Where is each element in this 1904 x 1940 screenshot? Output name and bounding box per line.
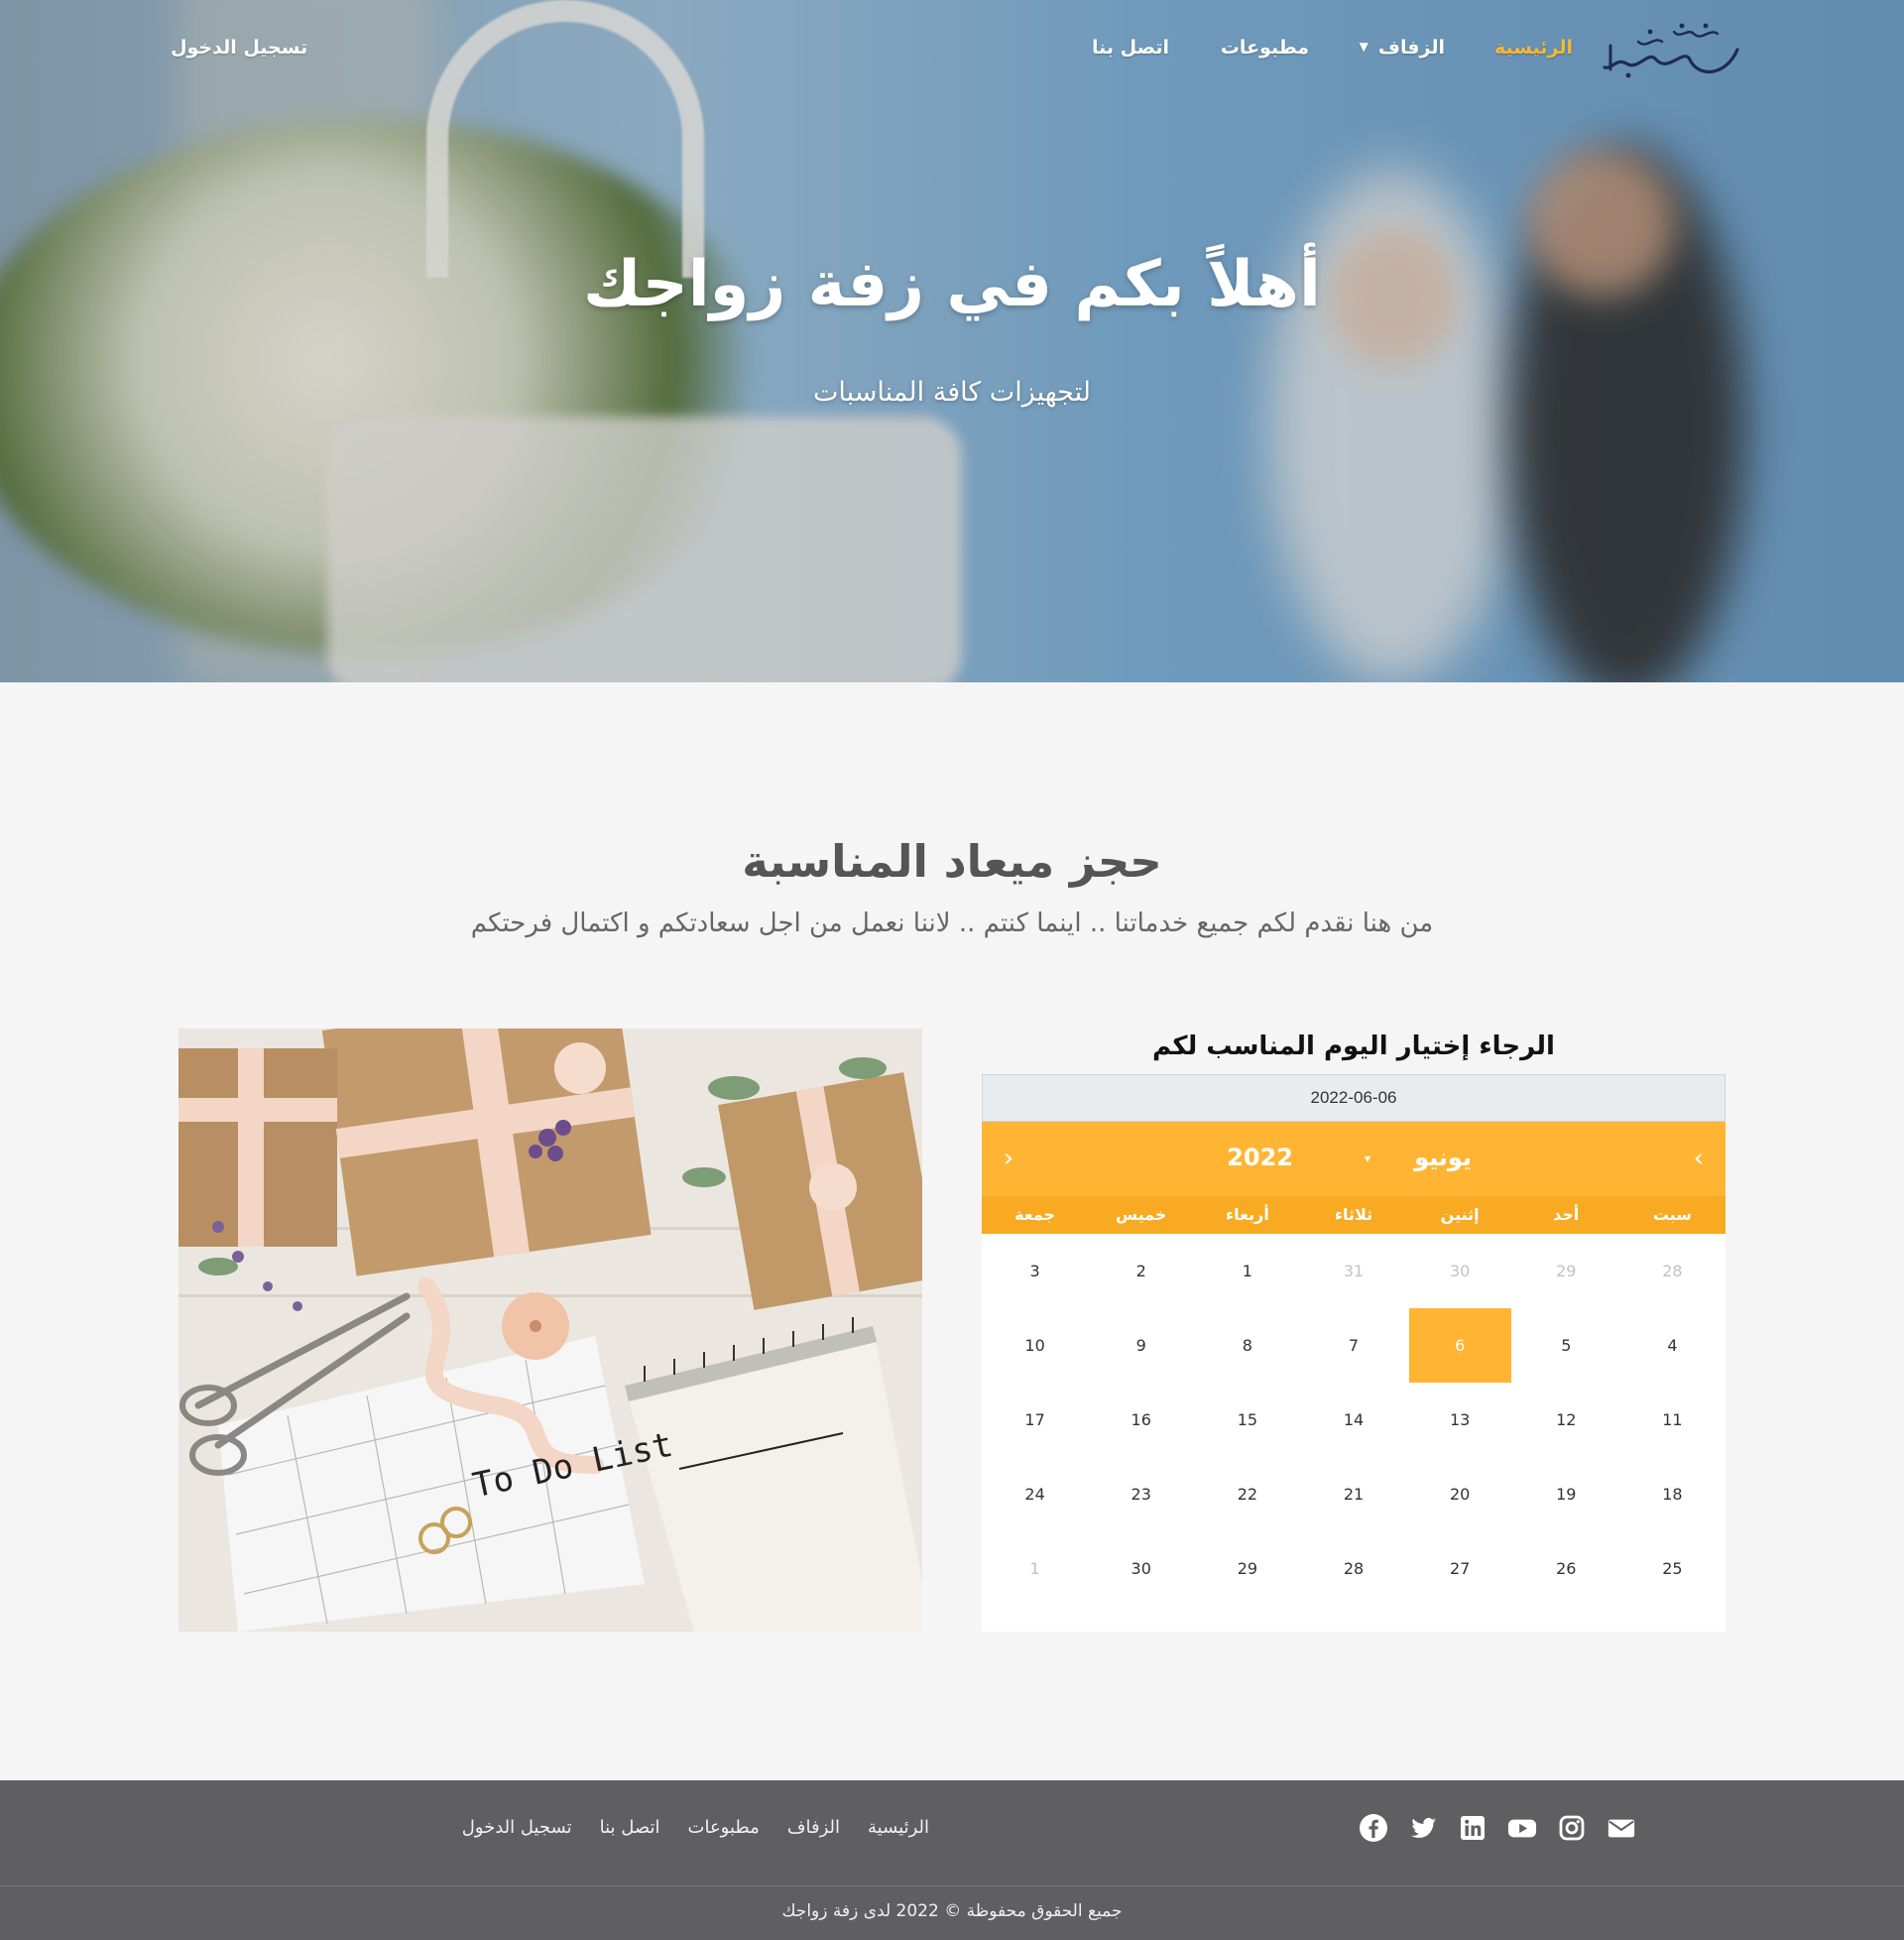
chevron-right-icon[interactable]: › — [1684, 1144, 1714, 1173]
calendar-day[interactable]: 8 — [1194, 1308, 1300, 1383]
calendar-day[interactable]: 17 — [982, 1383, 1088, 1457]
calendar-day[interactable]: 18 — [1619, 1457, 1726, 1531]
calendar-day[interactable]: 27 — [1407, 1531, 1513, 1606]
site-logo[interactable] — [1599, 20, 1747, 83]
calendar-day[interactable]: 22 — [1194, 1457, 1300, 1531]
hero-overlay — [0, 0, 1904, 682]
nav-contact[interactable]: اتصل بنا — [1092, 37, 1169, 59]
chevron-down-icon[interactable]: ▾ — [1365, 1152, 1370, 1165]
calendar-day[interactable]: 30 — [1407, 1234, 1513, 1308]
nav-home[interactable]: الرئيسية — [1494, 37, 1573, 59]
weekday-label: ثلاثاء — [1334, 1205, 1373, 1224]
month-select[interactable]: يونيو — [1414, 1144, 1472, 1171]
date-picker: › يونيو ▾ 2022 ‹ سبت أحد إثنين ثلاثاء أر… — [982, 1074, 1726, 1632]
calendar-day[interactable]: 21 — [1300, 1457, 1406, 1531]
facebook-icon[interactable] — [1359, 1813, 1388, 1843]
calendar-day[interactable]: 5 — [1513, 1308, 1619, 1383]
calendar-heading: الرجاء إختيار اليوم المناسب لكم — [1152, 1031, 1555, 1061]
weekday-label: جمعة — [1014, 1205, 1056, 1224]
calendar-day[interactable]: 28 — [1619, 1234, 1726, 1308]
calendar-day-selected[interactable]: 6 — [1408, 1308, 1511, 1383]
weekday-label: خميس — [1116, 1205, 1167, 1224]
calendar-day[interactable]: 3 — [982, 1234, 1088, 1308]
calendar-day[interactable]: 12 — [1513, 1383, 1619, 1457]
caret-down-icon: ▼ — [1359, 40, 1368, 54]
calendar-day[interactable]: 9 — [1088, 1308, 1194, 1383]
footer-link-zafaf[interactable]: الزفاف — [787, 1817, 840, 1838]
copyright-text: جميع الحقوق محفوظة © 2022 لدى زفة زواجك — [781, 1901, 1123, 1921]
footer-link-prints[interactable]: مطبوعات — [688, 1817, 760, 1838]
weekday-label: إثنين — [1440, 1205, 1480, 1224]
nav-prints[interactable]: مطبوعات — [1221, 37, 1309, 59]
calendar-day[interactable]: 1 — [1194, 1234, 1300, 1308]
weekday-row: سبت أحد إثنين ثلاثاء أربعاء خميس جمعة — [982, 1196, 1726, 1234]
nav-zafaf-dropdown[interactable]: الزفاف ▼ — [1360, 37, 1445, 59]
footer-link-contact[interactable]: اتصل بنا — [600, 1817, 660, 1838]
calendar-day[interactable]: 1 — [982, 1531, 1088, 1606]
footer-divider — [0, 1885, 1904, 1886]
calendar-day[interactable]: 4 — [1619, 1308, 1726, 1383]
planning-photo: To Do List — [178, 1029, 922, 1632]
footer-links: الرئيسية الزفاف مطبوعات اتصل بنا تسجيل ا… — [462, 1817, 929, 1838]
youtube-icon[interactable] — [1507, 1813, 1537, 1843]
nav-login[interactable]: تسجيل الدخول — [171, 37, 307, 59]
calendar-day[interactable]: 14 — [1300, 1383, 1406, 1457]
hero-banner: الرئيسية الزفاف ▼ مطبوعات اتصل بنا تسجيل … — [0, 0, 1904, 682]
calendar-day[interactable]: 20 — [1407, 1457, 1513, 1531]
calendar-day[interactable]: 29 — [1194, 1531, 1300, 1606]
date-input[interactable] — [982, 1074, 1726, 1122]
weekday-label: أربعاء — [1225, 1205, 1269, 1224]
social-links — [1359, 1813, 1636, 1843]
calendar-day[interactable]: 28 — [1300, 1531, 1406, 1606]
chevron-left-icon[interactable]: ‹ — [994, 1144, 1023, 1173]
weekday-label: أحد — [1553, 1205, 1580, 1224]
calendar-day[interactable]: 31 — [1300, 1234, 1406, 1308]
footer-link-login[interactable]: تسجيل الدخول — [462, 1817, 572, 1838]
calendar-day[interactable]: 26 — [1513, 1531, 1619, 1606]
calendar-day[interactable]: 13 — [1407, 1383, 1513, 1457]
site-footer: الرئيسية الزفاف مطبوعات اتصل بنا تسجيل ا… — [0, 1780, 1904, 1940]
calendar-day[interactable]: 25 — [1619, 1531, 1726, 1606]
calendar-day[interactable]: 23 — [1088, 1457, 1194, 1531]
calendar-day[interactable]: 30 — [1088, 1531, 1194, 1606]
top-navbar: الرئيسية الزفاف ▼ مطبوعات اتصل بنا تسجيل … — [0, 0, 1904, 99]
section-subtitle: من هنا نقدم لكم جميع خدماتنا .. اينما كن… — [470, 909, 1434, 938]
envelope-icon[interactable] — [1606, 1813, 1636, 1843]
calendar-day[interactable]: 11 — [1619, 1383, 1726, 1457]
footer-link-home[interactable]: الرئيسية — [868, 1817, 929, 1838]
calendar-day[interactable]: 24 — [982, 1457, 1088, 1531]
calendar-day[interactable]: 10 — [982, 1308, 1088, 1383]
year-select[interactable]: 2022 — [1227, 1144, 1293, 1171]
day-grid: 28 29 30 31 1 2 3 4 5 6 7 8 9 10 11 12 1… — [982, 1234, 1726, 1606]
instagram-icon[interactable] — [1557, 1813, 1587, 1843]
hero-title: أهلاً بكم في زفة زواجك — [583, 248, 1321, 321]
calendar-day[interactable]: 2 — [1088, 1234, 1194, 1308]
calendar-day[interactable]: 16 — [1088, 1383, 1194, 1457]
hero-subtitle: لتجهيزات كافة المناسبات — [813, 377, 1091, 408]
section-title: حجز ميعاد المناسبة — [742, 835, 1162, 888]
twitter-icon[interactable] — [1408, 1813, 1438, 1843]
nav-zafaf-label: الزفاف — [1377, 37, 1445, 59]
calendar-header: › يونيو ▾ 2022 ‹ — [982, 1122, 1726, 1196]
calendar-day[interactable]: 29 — [1513, 1234, 1619, 1308]
linkedin-icon[interactable] — [1458, 1813, 1488, 1843]
calendar-day[interactable]: 19 — [1513, 1457, 1619, 1531]
weekday-label: سبت — [1652, 1205, 1693, 1224]
calendar-day[interactable]: 7 — [1300, 1308, 1406, 1383]
calendar-day[interactable]: 15 — [1194, 1383, 1300, 1457]
